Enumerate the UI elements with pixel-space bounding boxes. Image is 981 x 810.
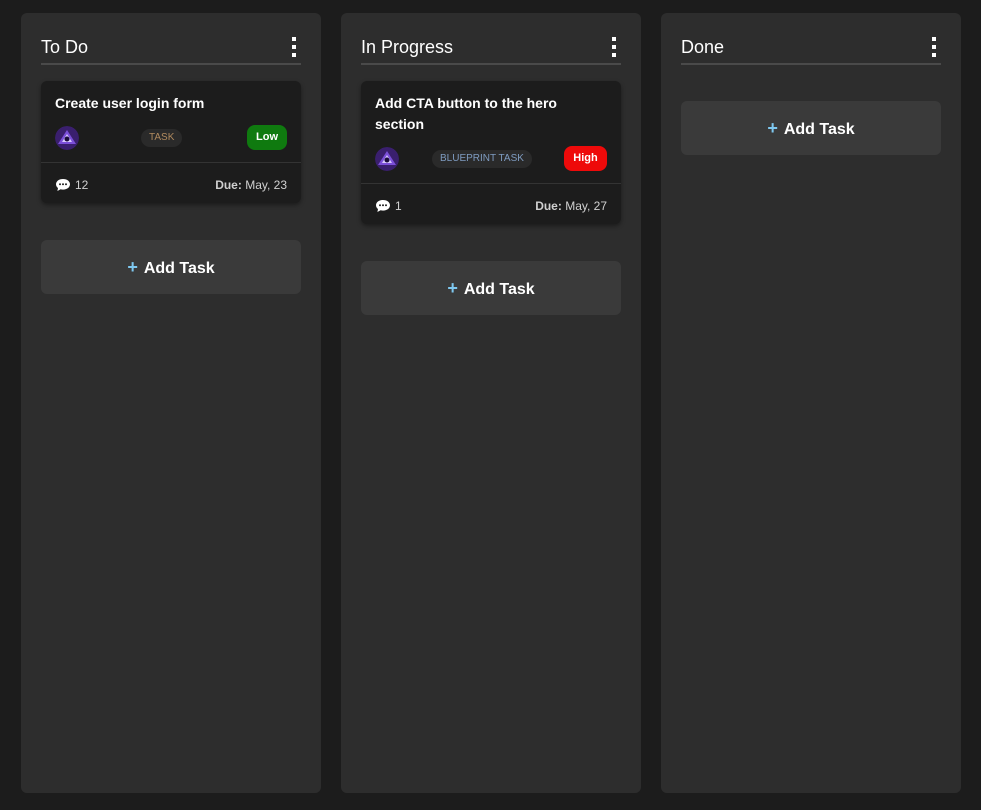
- column-in-progress: In Progress Add CTA button to the hero s…: [341, 13, 641, 793]
- column-title: To Do: [41, 37, 89, 57]
- due-date: Due: May, 23: [215, 178, 287, 192]
- plus-icon: +: [447, 278, 458, 298]
- plus-icon: +: [767, 118, 778, 138]
- add-task-label: Add Task: [463, 281, 535, 298]
- column-header: In Progress: [361, 13, 621, 65]
- add-task-button[interactable]: + Add Task: [41, 240, 301, 294]
- task-card[interactable]: Create user login form TASK Low 12 Due: …: [41, 81, 301, 203]
- card-divider: [361, 183, 621, 184]
- add-task-button[interactable]: + Add Task: [361, 261, 621, 315]
- priority-badge: Low: [247, 125, 287, 150]
- add-task-label: Add Task: [783, 121, 855, 138]
- kanban-board: To Do Create user login form TASK Low 12…: [0, 0, 981, 810]
- comment-bubble-icon: [375, 199, 391, 213]
- due-value: May, 27: [565, 199, 607, 213]
- due-date: Due: May, 27: [535, 199, 607, 213]
- type-badge: BLUEPRINT TASK: [432, 150, 532, 168]
- task-card[interactable]: Add CTA button to the hero section BLUEP…: [361, 81, 621, 224]
- card-title: Add CTA button to the hero section: [375, 95, 557, 132]
- add-task-label: Add Task: [143, 260, 215, 277]
- comment-bubble-icon: [55, 178, 71, 192]
- column-todo: To Do Create user login form TASK Low 12…: [21, 13, 321, 793]
- column-header: Done: [681, 13, 941, 65]
- column-done: Done + Add Task: [661, 13, 961, 793]
- avatar: [375, 147, 399, 171]
- avatar: [55, 126, 79, 150]
- priority-badge: High: [564, 146, 607, 171]
- column-header: To Do: [41, 13, 301, 65]
- column-title: In Progress: [361, 37, 454, 57]
- comment-count: 1: [395, 199, 402, 213]
- card-divider: [41, 162, 301, 163]
- column-menu-icon[interactable]: [290, 37, 298, 59]
- column-title: Done: [681, 37, 725, 57]
- column-menu-icon[interactable]: [930, 37, 938, 59]
- type-badge: TASK: [141, 129, 183, 147]
- card-title: Create user login form: [55, 95, 205, 111]
- due-label: Due:: [535, 199, 562, 213]
- due-value: May, 23: [245, 178, 287, 192]
- column-menu-icon[interactable]: [610, 37, 618, 59]
- due-label: Due:: [215, 178, 242, 192]
- plus-icon: +: [127, 257, 138, 277]
- add-task-button[interactable]: + Add Task: [681, 101, 941, 155]
- comment-count: 12: [75, 178, 89, 192]
